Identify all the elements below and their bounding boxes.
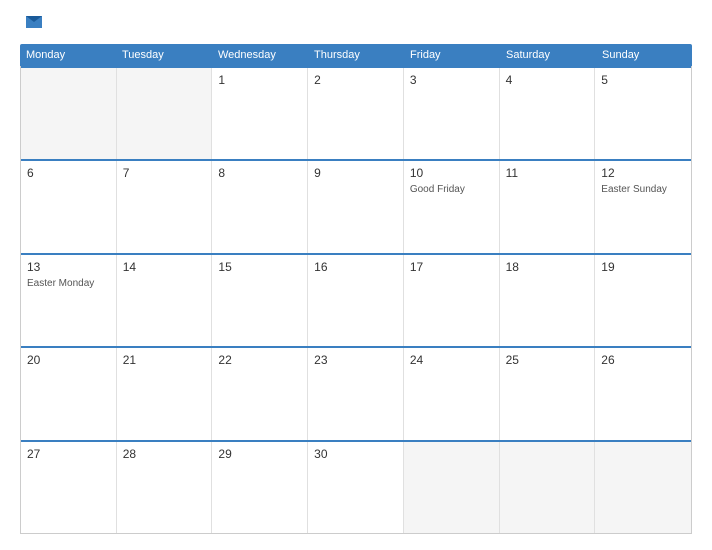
day-number: 19 (601, 260, 685, 274)
calendar-cell: 22 (212, 348, 308, 439)
day-number: 10 (410, 166, 493, 180)
calendar-cell (117, 68, 213, 159)
calendar-cell: 29 (212, 442, 308, 533)
calendar-cell: 2 (308, 68, 404, 159)
day-number: 23 (314, 353, 397, 367)
day-number: 26 (601, 353, 685, 367)
day-number: 13 (27, 260, 110, 274)
calendar-cell (595, 442, 691, 533)
day-number: 3 (410, 73, 493, 87)
day-number: 27 (27, 447, 110, 461)
calendar-week: 20 21 22 23 24 25 26 (21, 346, 691, 439)
day-number: 7 (123, 166, 206, 180)
day-number: 17 (410, 260, 493, 274)
calendar-cell: 8 (212, 161, 308, 252)
day-event: Easter Sunday (601, 184, 685, 195)
day-number: 28 (123, 447, 206, 461)
day-event: Good Friday (410, 184, 493, 195)
calendar-cell: 25 (500, 348, 596, 439)
day-number: 24 (410, 353, 493, 367)
calendar-week: 27 28 29 30 (21, 440, 691, 533)
day-number: 18 (506, 260, 589, 274)
calendar-body: 12345678910Good Friday1112Easter Sunday1… (20, 66, 692, 534)
day-number: 11 (506, 166, 589, 180)
calendar-cell: 26 (595, 348, 691, 439)
day-number: 21 (123, 353, 206, 367)
calendar-cell (21, 68, 117, 159)
calendar-cell: 28 (117, 442, 213, 533)
calendar-cell: 30 (308, 442, 404, 533)
weekday-header: Thursday (308, 44, 404, 66)
calendar-cell: 16 (308, 255, 404, 346)
weekday-header: Wednesday (212, 44, 308, 66)
day-number: 6 (27, 166, 110, 180)
calendar-cell: 5 (595, 68, 691, 159)
calendar-cell: 17 (404, 255, 500, 346)
day-number: 29 (218, 447, 301, 461)
calendar-cell: 3 (404, 68, 500, 159)
day-number: 16 (314, 260, 397, 274)
calendar-cell: 7 (117, 161, 213, 252)
calendar-cell (404, 442, 500, 533)
calendar-cell: 20 (21, 348, 117, 439)
calendar-cell: 21 (117, 348, 213, 439)
calendar-cell: 12 Easter Sunday (595, 161, 691, 252)
logo-flag-icon (22, 14, 44, 32)
day-number: 4 (506, 73, 589, 87)
calendar-week: 6789 10 Good Friday 11 12 Easter Sunday (21, 159, 691, 252)
weekday-header: Sunday (596, 44, 692, 66)
calendar-cell: 27 (21, 442, 117, 533)
calendar-cell: 24 (404, 348, 500, 439)
weekday-header: Monday (20, 44, 116, 66)
day-number: 20 (27, 353, 110, 367)
day-number: 22 (218, 353, 301, 367)
day-number: 14 (123, 260, 206, 274)
calendar-header: MondayTuesdayWednesdayThursdayFridaySatu… (20, 44, 692, 66)
day-number: 25 (506, 353, 589, 367)
day-number: 12 (601, 166, 685, 180)
weekday-header: Saturday (500, 44, 596, 66)
calendar-cell: 23 (308, 348, 404, 439)
page-header (20, 16, 692, 34)
calendar-cell: 1 (212, 68, 308, 159)
calendar-cell: 14 (117, 255, 213, 346)
calendar-cell: 13 Easter Monday (21, 255, 117, 346)
logo (20, 16, 44, 34)
calendar-week: 13 Easter Monday 14 15 16 17 18 19 (21, 253, 691, 346)
calendar-cell (500, 442, 596, 533)
calendar-cell: 6 (21, 161, 117, 252)
weekday-header: Friday (404, 44, 500, 66)
calendar-cell: 18 (500, 255, 596, 346)
day-number: 15 (218, 260, 301, 274)
day-number: 9 (314, 166, 397, 180)
day-event: Easter Monday (27, 278, 110, 289)
calendar-cell: 10 Good Friday (404, 161, 500, 252)
day-number: 8 (218, 166, 301, 180)
weekday-header: Tuesday (116, 44, 212, 66)
calendar-cell: 11 (500, 161, 596, 252)
day-number: 5 (601, 73, 685, 87)
day-number: 1 (218, 73, 301, 87)
day-number: 30 (314, 447, 397, 461)
calendar-week: 12345 (21, 66, 691, 159)
calendar-cell: 19 (595, 255, 691, 346)
calendar-cell: 4 (500, 68, 596, 159)
day-number: 2 (314, 73, 397, 87)
calendar: MondayTuesdayWednesdayThursdayFridaySatu… (20, 44, 692, 534)
calendar-cell: 9 (308, 161, 404, 252)
calendar-cell: 15 (212, 255, 308, 346)
